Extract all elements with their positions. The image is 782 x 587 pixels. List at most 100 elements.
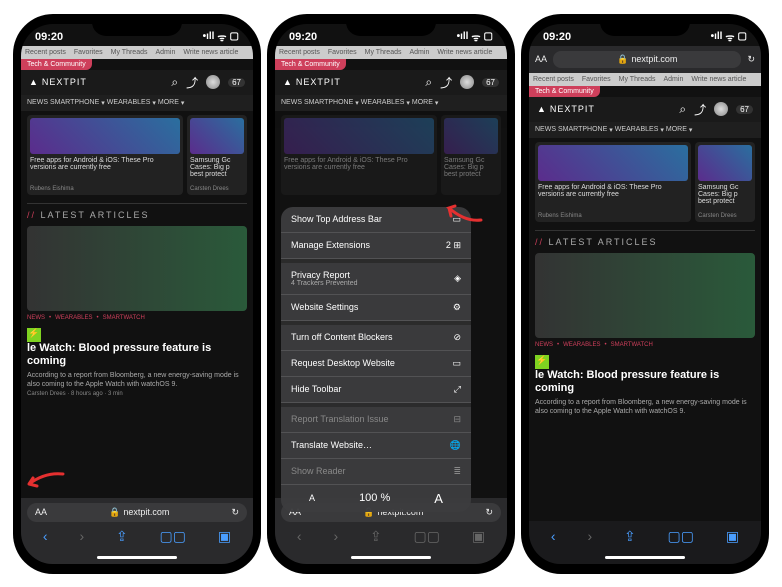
safari-toolbar: ‹ › ⇪ ▢▢ ▣ [27, 526, 247, 549]
tab-write[interactable]: Write news article [179, 46, 242, 59]
site-tabs: Recent posts Favorites My Threads Admin … [21, 46, 253, 59]
hero-image[interactable] [27, 226, 247, 311]
nav-more[interactable]: MORE▾ [158, 99, 185, 107]
card-title: Samsung Gc Cases: Big p best protect [190, 157, 244, 178]
block-icon: ⊘ [453, 332, 461, 343]
bookmarks-button[interactable]: ▢▢ [668, 528, 694, 545]
back-button[interactable]: ‹ [297, 528, 302, 544]
card-image [698, 145, 752, 181]
hero-image[interactable] [535, 253, 755, 338]
share-button[interactable]: ⇪ [624, 528, 636, 545]
divider [27, 203, 247, 204]
tabs-button[interactable]: ▣ [472, 528, 485, 545]
screen-2: 09:20 •ıllᯤ▢ Recent postsFavoritesMy Thr… [275, 24, 507, 564]
globe-icon: 🌐 [450, 440, 461, 451]
tab-recent[interactable]: Recent posts [21, 46, 70, 59]
home-indicator[interactable] [97, 556, 177, 559]
card-author: Rubens Eishima [30, 186, 180, 192]
share-button[interactable]: ⇪ [370, 528, 382, 545]
bookmarks-button[interactable]: ▢▢ [414, 528, 440, 545]
home-indicator[interactable] [605, 556, 685, 559]
address-bar-top: AA 🔒nextpit.com ↻ [529, 46, 761, 73]
gear-icon: ⚙ [453, 302, 461, 313]
menu-privacy[interactable]: Privacy Report4 Trackers Prevented ◈ [281, 259, 471, 295]
tab-threads[interactable]: My Threads [107, 46, 152, 59]
menu-manage-ext[interactable]: Manage Extensions 2 ⊞ [281, 233, 471, 259]
search-icon[interactable]: ⌕ [425, 75, 432, 90]
search-icon[interactable]: ⌕ [171, 75, 178, 90]
forward-button: › [587, 528, 592, 544]
site-logo[interactable]: ▲ NEXTPIT [537, 104, 595, 114]
card-image [30, 118, 180, 154]
flash-icon: ⚡ [27, 328, 41, 342]
address-pill[interactable]: AA 🔒nextpit.com ↻ [27, 503, 247, 522]
nav-wearables[interactable]: WEARABLES▾ [107, 99, 156, 107]
menu-report-translation: Report Translation Issue ⊟ [281, 403, 471, 433]
menu-website-settings[interactable]: Website Settings ⚙ [281, 295, 471, 321]
search-icon[interactable]: ⌕ [679, 102, 686, 117]
back-button[interactable]: ‹ [43, 528, 48, 544]
forward-button: › [333, 528, 338, 544]
status-icons: •ıllᯤ▢ [457, 30, 493, 44]
tabs-button[interactable]: ▣ [218, 528, 231, 545]
notch [346, 14, 436, 36]
share-icon[interactable]: ⤴ [440, 74, 452, 91]
puzzle-icon: ⊞ [453, 240, 461, 250]
aa-button[interactable]: AA [35, 507, 47, 517]
share-icon[interactable]: ⤴ [694, 101, 706, 118]
card-samsung[interactable]: Samsung Gc Cases: Big p best protect Car… [695, 142, 755, 222]
share-icon[interactable]: ⤴ [186, 74, 198, 91]
tabs-button[interactable]: ▣ [726, 528, 739, 545]
menu-translate[interactable]: Translate Website… 🌐 [281, 433, 471, 459]
phone-3: 09:20 •ıllᯤ▢ AA 🔒nextpit.com ↻ Recent po… [521, 14, 769, 574]
screen-1: 09:20 •ıll ᯤ ▢ Recent posts Favorites My… [21, 24, 253, 564]
notif-badge[interactable]: 67 [736, 105, 753, 114]
menu-hide-toolbar[interactable]: Hide Toolbar ⤢ [281, 377, 471, 403]
notif-badge[interactable]: 67 [482, 78, 499, 87]
share-button[interactable]: ⇪ [116, 528, 128, 545]
shield-icon: ◈ [454, 273, 461, 284]
site-tabs: Recent postsFavoritesMy ThreadsAdminWrit… [275, 46, 507, 59]
menu-desktop-site[interactable]: Request Desktop Website ▭ [281, 351, 471, 377]
brand-row: ▲ NEXTPIT ⌕ ⤴ 67 [275, 70, 507, 95]
bookmarks-button[interactable]: ▢▢ [160, 528, 186, 545]
card-free-apps[interactable]: Free apps for Android & iOS: These Pro v… [535, 142, 691, 222]
forward-button: › [79, 528, 84, 544]
address-pill[interactable]: 🔒nextpit.com [553, 51, 741, 68]
card-title: Samsung Gc Cases: Big p best protect [698, 184, 752, 205]
status-time: 09:20 [289, 31, 317, 43]
site-logo[interactable]: ▲ NEXTPIT [29, 77, 87, 87]
reader-icon: ≣ [453, 466, 461, 477]
nav-smartphone[interactable]: SMARTPHONE▾ [50, 99, 105, 107]
card-title: Free apps for Android & iOS: These Pro v… [30, 157, 180, 171]
zoom-in[interactable]: A [434, 491, 443, 506]
card-free-apps[interactable]: Free apps for Android & iOS: These Pro v… [27, 115, 183, 195]
card-samsung[interactable]: Samsung Gc Cases: Big p best protect Car… [187, 115, 247, 195]
safari-toolbar: ‹ › ⇪ ▢▢ ▣ [281, 526, 501, 549]
avatar[interactable] [206, 75, 220, 89]
notif-badge[interactable]: 67 [228, 78, 245, 87]
article-meta: Carsten Drees · 8 hours ago · 3 min [27, 391, 247, 397]
flash-icon: ⚡ [535, 355, 549, 369]
site-logo[interactable]: ▲ NEXTPIT [283, 77, 341, 87]
menu-content-blockers[interactable]: Turn off Content Blockers ⊘ [281, 321, 471, 351]
article-headline[interactable]: le Watch: Blood pressure feature is comi… [535, 369, 755, 395]
reload-icon[interactable]: ↻ [747, 54, 755, 65]
reload-icon[interactable]: ↻ [231, 507, 239, 518]
home-indicator[interactable] [351, 556, 431, 559]
nav-news[interactable]: NEWS [27, 99, 48, 107]
tab-favorites[interactable]: Favorites [70, 46, 107, 59]
aa-button[interactable]: AA [535, 54, 547, 64]
url-text: nextpit.com [631, 54, 677, 64]
reload-icon[interactable]: ↻ [485, 507, 493, 518]
tab-admin[interactable]: Admin [152, 46, 180, 59]
nav-row: NEWS SMARTPHONE▾ WEARABLES▾ MORE▾ [21, 95, 253, 111]
card-image [538, 145, 688, 181]
back-button[interactable]: ‹ [551, 528, 556, 544]
avatar[interactable] [714, 102, 728, 116]
menu-show-reader: Show Reader ≣ [281, 459, 471, 485]
article-headline[interactable]: le Watch: Blood pressure feature is comi… [27, 342, 247, 368]
divider [535, 230, 755, 231]
avatar[interactable] [460, 75, 474, 89]
zoom-out[interactable]: A [309, 493, 315, 503]
